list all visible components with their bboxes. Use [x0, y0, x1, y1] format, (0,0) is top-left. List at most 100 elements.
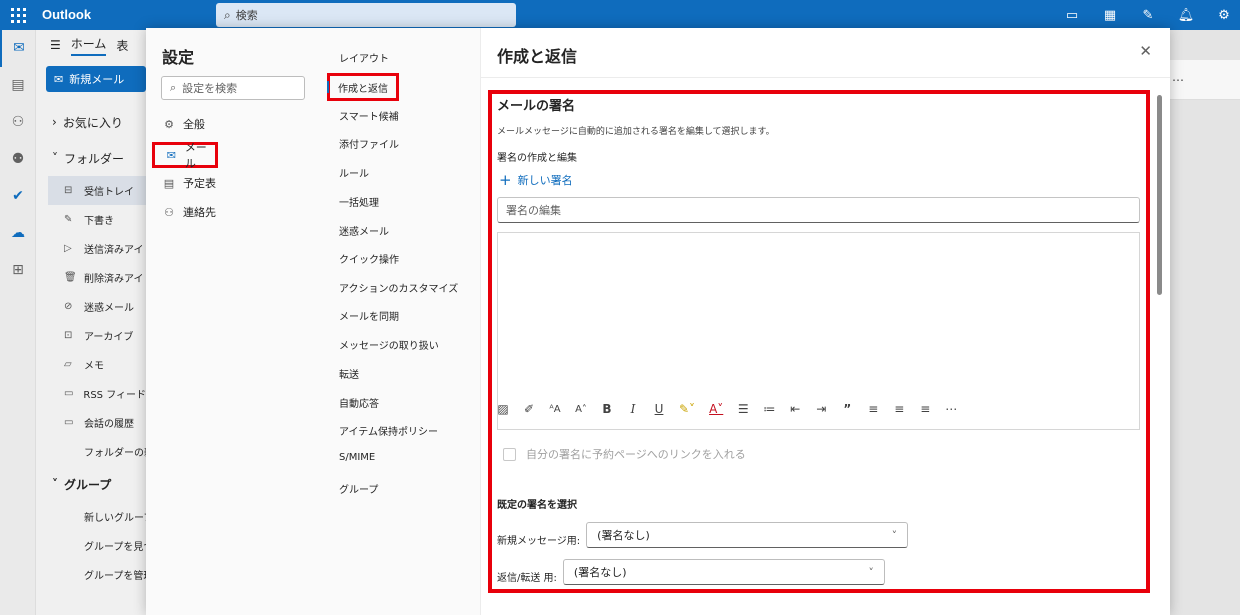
mail-icon[interactable]: ✉ — [0, 30, 36, 67]
highlight-color-icon[interactable]: ✎˅ — [679, 402, 695, 416]
align-right-icon[interactable]: ≡ — [919, 402, 931, 416]
search-icon: ⌕ — [224, 7, 231, 22]
folder-inbox[interactable]: ⊟ 受信トレイ — [48, 176, 146, 205]
folder-archive[interactable]: ⊡ アーカイブ — [36, 321, 146, 350]
sub-compose-reply[interactable]: 作成と返信 — [327, 73, 399, 101]
sub-layout[interactable]: レイアウト — [339, 50, 389, 65]
tab-home[interactable]: ホーム — [70, 35, 107, 56]
decrease-indent-icon[interactable]: ⇤ — [789, 402, 801, 416]
scrollbar[interactable] — [1157, 95, 1162, 295]
new-group-link[interactable]: 新しいグループ — [36, 502, 146, 531]
sub-automatic-replies[interactable]: 自動応答 — [339, 395, 379, 410]
office-icon[interactable]: ▦ — [1100, 5, 1120, 25]
signature-name-input[interactable]: 署名の編集 — [497, 197, 1140, 223]
quote-icon[interactable]: ” — [841, 402, 853, 416]
new-mail-button[interactable]: ✉ 新規メール — [46, 66, 146, 92]
reply-label: 返信/転送 用: — [497, 572, 557, 584]
sub-groups[interactable]: グループ — [339, 481, 378, 496]
close-icon[interactable]: ✕ — [1139, 42, 1152, 60]
new-message-signature-select[interactable]: (署名なし) ˅ — [586, 522, 909, 548]
sub-sweep[interactable]: 一括処理 — [339, 194, 379, 209]
bell-icon[interactable]: 🔔︎ — [1176, 5, 1196, 25]
bullets-icon[interactable]: ☰ — [737, 402, 749, 416]
folder-notes[interactable]: ▱ メモ — [36, 350, 146, 379]
folders-label: フォルダー — [64, 151, 125, 166]
new-signature-button[interactable]: + 新しい署名 — [499, 171, 573, 189]
font-size-icon[interactable]: ᴬA — [549, 404, 561, 415]
booking-link-label: 自分の署名に予約ページへのリンクを入れる — [526, 448, 746, 461]
align-left-icon[interactable]: ≡ — [867, 402, 879, 416]
hamburger-icon[interactable]: ☰ — [50, 38, 61, 52]
format-painter-icon[interactable]: ✐ — [523, 402, 535, 416]
folder-sent[interactable]: ▷ 送信済みアイ — [36, 234, 146, 263]
onedrive-icon[interactable]: ☁ — [0, 215, 36, 252]
format-toolbar: ▨ ✐ ᴬA A˄ B I U ✎˅ A˅ ☰ ≔ ⇤ ⇥ ” ≡ ≡ ≡ ⋯ — [497, 402, 957, 416]
signature-editor[interactable] — [497, 232, 1140, 430]
calendar-icon: ▤ — [163, 176, 175, 190]
new-message-label: 新規メッセージ用: — [497, 535, 581, 547]
folder-junk[interactable]: ⊘ 迷惑メール — [36, 292, 146, 321]
chevron-down-icon: ˅ — [891, 528, 898, 542]
sub-smart-suggestions[interactable]: スマート候補 — [339, 108, 399, 123]
favorites-header[interactable]: › お気に入り — [36, 104, 146, 140]
sub-customize-actions[interactable]: アクションのカスタマイズ — [339, 280, 458, 295]
inbox-icon: ⊟ — [64, 185, 73, 196]
search-input[interactable]: ⌕ 検索 — [216, 3, 516, 27]
align-center-icon[interactable]: ≡ — [893, 402, 905, 416]
sub-forwarding[interactable]: 転送 — [339, 366, 359, 381]
calendar-icon[interactable]: ▤ — [0, 67, 36, 104]
feedback-icon[interactable]: ✎ — [1138, 5, 1158, 25]
numbering-icon[interactable]: ≔ — [763, 402, 775, 416]
folders-header[interactable]: ˅ フォルダー — [36, 140, 146, 176]
groups-icon[interactable]: ⚉ — [0, 141, 36, 178]
category-mail[interactable]: ✉ メール — [152, 141, 218, 170]
people-icon[interactable]: ⚇ — [0, 104, 36, 141]
sub-message-handling[interactable]: メッセージの取り扱い — [339, 337, 439, 352]
sub-junk[interactable]: 迷惑メール — [339, 223, 389, 238]
chevron-right-icon: › — [52, 115, 57, 129]
category-calendar[interactable]: ▤ 予定表 — [162, 172, 216, 194]
new-signature-label: 新しい署名 — [517, 174, 573, 187]
booking-link-checkbox[interactable]: 自分の署名に予約ページへのリンクを入れる — [503, 446, 746, 462]
meet-now-icon[interactable]: ▭ — [1062, 5, 1082, 25]
font-color-icon[interactable]: A˅ — [709, 402, 723, 416]
underline-icon[interactable]: U — [653, 402, 665, 416]
more-options-icon[interactable]: ⋯ — [945, 402, 957, 416]
sub-retention-policies[interactable]: アイテム保持ポリシー — [339, 423, 438, 438]
insert-picture-icon[interactable]: ▨ — [497, 402, 509, 416]
todo-icon[interactable]: ✔ — [0, 178, 36, 215]
more-icon[interactable]: … — [1172, 70, 1184, 84]
settings-title: 設定 — [162, 48, 195, 67]
tab-next[interactable]: 表 — [116, 37, 128, 54]
manage-groups-link[interactable]: グループを管理 — [36, 560, 146, 589]
reply-row: 返信/転送 用: (署名なし) ˅ — [497, 559, 885, 585]
sub-rules[interactable]: ルール — [339, 165, 369, 180]
reply-signature-select[interactable]: (署名なし) ˅ — [562, 559, 885, 585]
folder-rss[interactable]: ▭ RSS フィード — [36, 379, 146, 408]
compose-reply-panel: 作成と返信 ✕ メールの署名 メールメッセージに自動的に追加される署名を編集して… — [481, 28, 1170, 615]
find-group-link[interactable]: グループを見つ — [36, 531, 146, 560]
groups-header[interactable]: ˅ グループ — [36, 466, 146, 502]
folder-conversation-history[interactable]: ▭ 会話の履歴 — [36, 408, 146, 437]
sub-sync-mail[interactable]: メールを同期 — [339, 308, 399, 323]
category-people[interactable]: ⚇ 連絡先 — [162, 201, 216, 223]
folder-deleted[interactable]: 🗑︎ 削除済みアイ — [36, 263, 146, 292]
increase-indent-icon[interactable]: ⇥ — [815, 402, 827, 416]
category-label: 予定表 — [183, 177, 216, 190]
grow-font-icon[interactable]: A˄ — [575, 404, 587, 415]
folder-drafts[interactable]: ✎ 下書き — [36, 205, 146, 234]
new-folder-link[interactable]: フォルダーの新 — [36, 437, 146, 466]
send-icon: ▷ — [64, 243, 72, 254]
sub-smime[interactable]: S/MIME — [339, 452, 375, 463]
bold-icon[interactable]: B — [601, 402, 613, 416]
gear-icon[interactable]: ⚙ — [1214, 5, 1234, 25]
sub-quick-steps[interactable]: クイック操作 — [339, 251, 399, 266]
settings-search-input[interactable]: ⌕ 設定を検索 — [161, 76, 305, 100]
sub-attachments[interactable]: 添付ファイル — [339, 136, 399, 151]
italic-icon[interactable]: I — [627, 402, 639, 416]
app-title[interactable]: Outlook — [42, 7, 91, 22]
category-general[interactable]: ⚙ 全般 — [162, 113, 205, 135]
checkbox-box[interactable] — [503, 447, 516, 461]
app-launcher-icon[interactable] — [8, 6, 26, 24]
apps-icon[interactable]: ⊞ — [0, 252, 36, 289]
